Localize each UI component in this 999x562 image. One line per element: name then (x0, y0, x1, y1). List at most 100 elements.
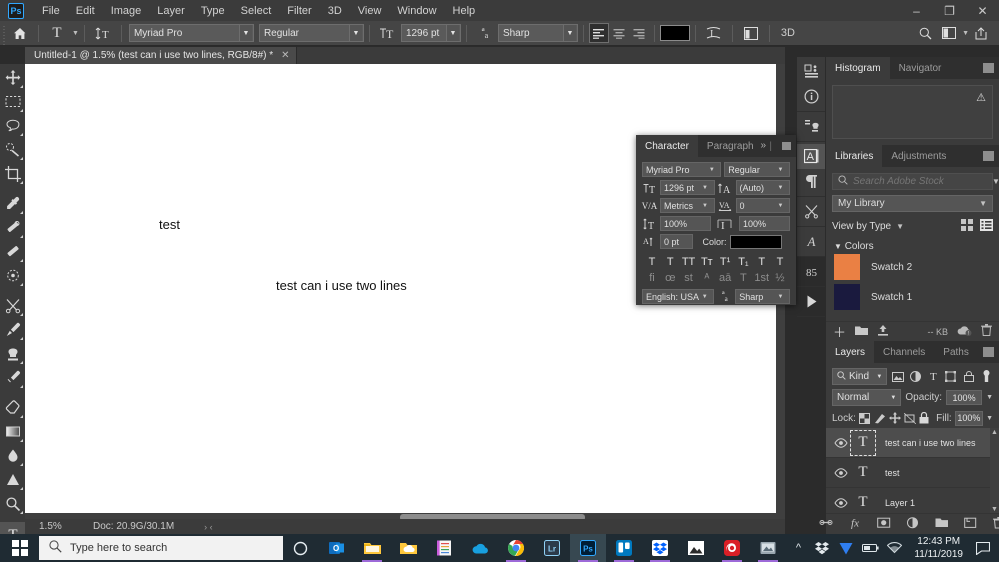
adjustment-layer-icon[interactable] (906, 516, 920, 532)
delete-layer-icon[interactable] (992, 516, 999, 532)
menu-item-image[interactable]: Image (103, 2, 150, 20)
chevron-down-icon[interactable]: ▼ (962, 30, 969, 37)
character-styles-icon[interactable]: A (797, 229, 825, 254)
ordinals-button[interactable]: 1st (754, 272, 770, 284)
link-layers-icon[interactable] (819, 517, 833, 532)
taskbar-chrome-icon[interactable] (498, 534, 534, 562)
taskbar-sticky-notes-icon[interactable] (426, 534, 462, 562)
tab-layers[interactable]: Layers (826, 341, 875, 363)
taskbar-lightroom-icon[interactable]: Lr (534, 534, 570, 562)
cloud-sync-icon[interactable]: ! (957, 325, 972, 339)
zoom-level[interactable]: 1.5% (25, 521, 65, 532)
text-color-swatch[interactable] (659, 25, 690, 41)
character-font-size-field[interactable]: 1296 pt ▼ (660, 180, 715, 195)
menu-item-type[interactable]: Type (193, 2, 233, 20)
chevron-down-icon[interactable]: ▼ (445, 25, 459, 41)
taskbar-photoshop-icon[interactable]: Ps (570, 534, 607, 562)
filter-smart-object-icon[interactable] (962, 369, 976, 385)
chevron-down-icon[interactable]: ▼ (890, 395, 896, 401)
character-anti-alias-select[interactable]: Sharp ▼ (735, 289, 790, 304)
clone-stamp-tool[interactable] (0, 294, 25, 318)
layer-name[interactable]: test can i use two lines (885, 438, 976, 448)
minimize-button[interactable]: – (900, 0, 933, 21)
layer-filter-kind-select[interactable]: Kind ▼ (832, 368, 888, 385)
chevron-down-icon[interactable]: ▼ (72, 30, 79, 37)
info-icon[interactable] (797, 84, 825, 109)
blend-mode-select[interactable]: Normal ▼ (832, 389, 902, 406)
clone-source-icon[interactable] (797, 114, 825, 139)
new-library-icon[interactable] (855, 325, 869, 339)
layer-name[interactable]: test (885, 468, 900, 478)
workspace-icon[interactable] (938, 23, 960, 44)
character-color-swatch[interactable] (729, 234, 782, 249)
filter-shape-icon[interactable] (944, 369, 958, 385)
chevron-down-icon[interactable]: ▼ (775, 185, 786, 191)
menu-item-filter[interactable]: Filter (279, 2, 319, 20)
vpn-tray-icon[interactable] (834, 534, 858, 562)
options-bar-grip[interactable] (0, 20, 7, 46)
align-center-button[interactable] (609, 23, 629, 43)
action-center-icon[interactable] (971, 534, 995, 562)
type-tool-icon[interactable]: T (44, 23, 70, 44)
layer-style-icon[interactable]: fx (848, 517, 862, 532)
underline-button[interactable]: T (754, 256, 770, 268)
filter-enable-toggle[interactable] (979, 369, 993, 385)
home-icon[interactable] (7, 23, 33, 44)
opacity-field[interactable]: 100% (946, 390, 983, 405)
superscript-button[interactable]: T¹ (717, 256, 733, 268)
canvas-text-0[interactable]: test (159, 217, 180, 232)
scroll-up-icon[interactable]: ▲ (991, 429, 998, 436)
font-size-field[interactable]: 1296 pt ▼ (400, 24, 461, 42)
tab-libraries[interactable]: Libraries (826, 145, 883, 167)
stylistic-alternates-button[interactable]: T (735, 272, 751, 284)
history-brush-tool[interactable] (0, 366, 25, 390)
panel-menu-icon[interactable] (983, 63, 994, 73)
menu-item-layer[interactable]: Layer (149, 2, 193, 20)
fractions-button[interactable]: ½ (772, 272, 788, 284)
paragraph-icon[interactable] (797, 169, 825, 194)
menu-item-3d[interactable]: 3D (320, 2, 350, 20)
lasso-tool[interactable] (0, 114, 25, 138)
chevron-down-icon[interactable]: ▼ (562, 25, 576, 41)
leading-field[interactable]: (Auto) ▼ (735, 180, 790, 195)
chevron-down-icon[interactable]: ▼ (700, 185, 711, 191)
swatch-color[interactable] (834, 284, 860, 310)
taskbar-clock[interactable]: 12:43 PM 11/11/2019 (906, 535, 971, 561)
titling-alternates-button[interactable]: aā (717, 272, 733, 284)
list-view-icon[interactable] (980, 219, 993, 234)
lock-transparent-pixels-icon[interactable] (859, 410, 871, 426)
lock-all-icon[interactable] (919, 410, 931, 426)
chevron-down-icon[interactable]: ▼ (775, 203, 786, 209)
layer-mask-icon[interactable] (876, 517, 891, 532)
font-family-select[interactable]: Myriad Pro ▼ (128, 24, 254, 42)
all-caps-button[interactable]: TT (681, 256, 697, 268)
small-caps-button[interactable]: Tт (699, 256, 715, 268)
burn-tool[interactable] (0, 492, 25, 516)
taskbar-trello-icon[interactable] (606, 534, 642, 562)
menu-item-select[interactable]: Select (233, 2, 280, 20)
tab-channels[interactable]: Channels (874, 341, 935, 363)
panel-menu-icon[interactable] (983, 347, 994, 357)
chevron-down-icon[interactable]: ▼ (706, 167, 717, 173)
show-hidden-icons-chevron[interactable]: ^ (786, 534, 810, 562)
taskbar-creative-cloud-icon[interactable] (714, 534, 750, 562)
taskbar-onedrive-folder-icon[interactable] (390, 534, 426, 562)
contextual-alternates-button[interactable]: st (681, 272, 697, 284)
faux-bold-button[interactable]: T (644, 256, 660, 268)
filter-type-icon[interactable]: T (927, 369, 941, 385)
layer-thumbnail[interactable]: T (850, 460, 876, 486)
gradient-tool[interactable] (0, 420, 25, 444)
view-by-label[interactable]: View by Type (832, 221, 891, 232)
actions-play-icon[interactable] (797, 289, 825, 314)
search-icon[interactable] (912, 23, 938, 44)
horizontal-scale-field[interactable]: 100% (739, 216, 790, 231)
swash-button[interactable]: ᴬ (699, 272, 715, 284)
anti-alias-select[interactable]: Sharp ▼ (497, 24, 578, 42)
taskbar-onedrive-icon[interactable] (462, 534, 498, 562)
tab-adjustments[interactable]: Adjustments (882, 145, 956, 167)
align-right-button[interactable] (629, 23, 649, 43)
close-button[interactable]: ✕ (966, 0, 999, 21)
taskbar-search[interactable]: Type here to search (39, 536, 284, 560)
search-input[interactable] (853, 176, 987, 187)
character-icon[interactable]: A (797, 144, 825, 169)
